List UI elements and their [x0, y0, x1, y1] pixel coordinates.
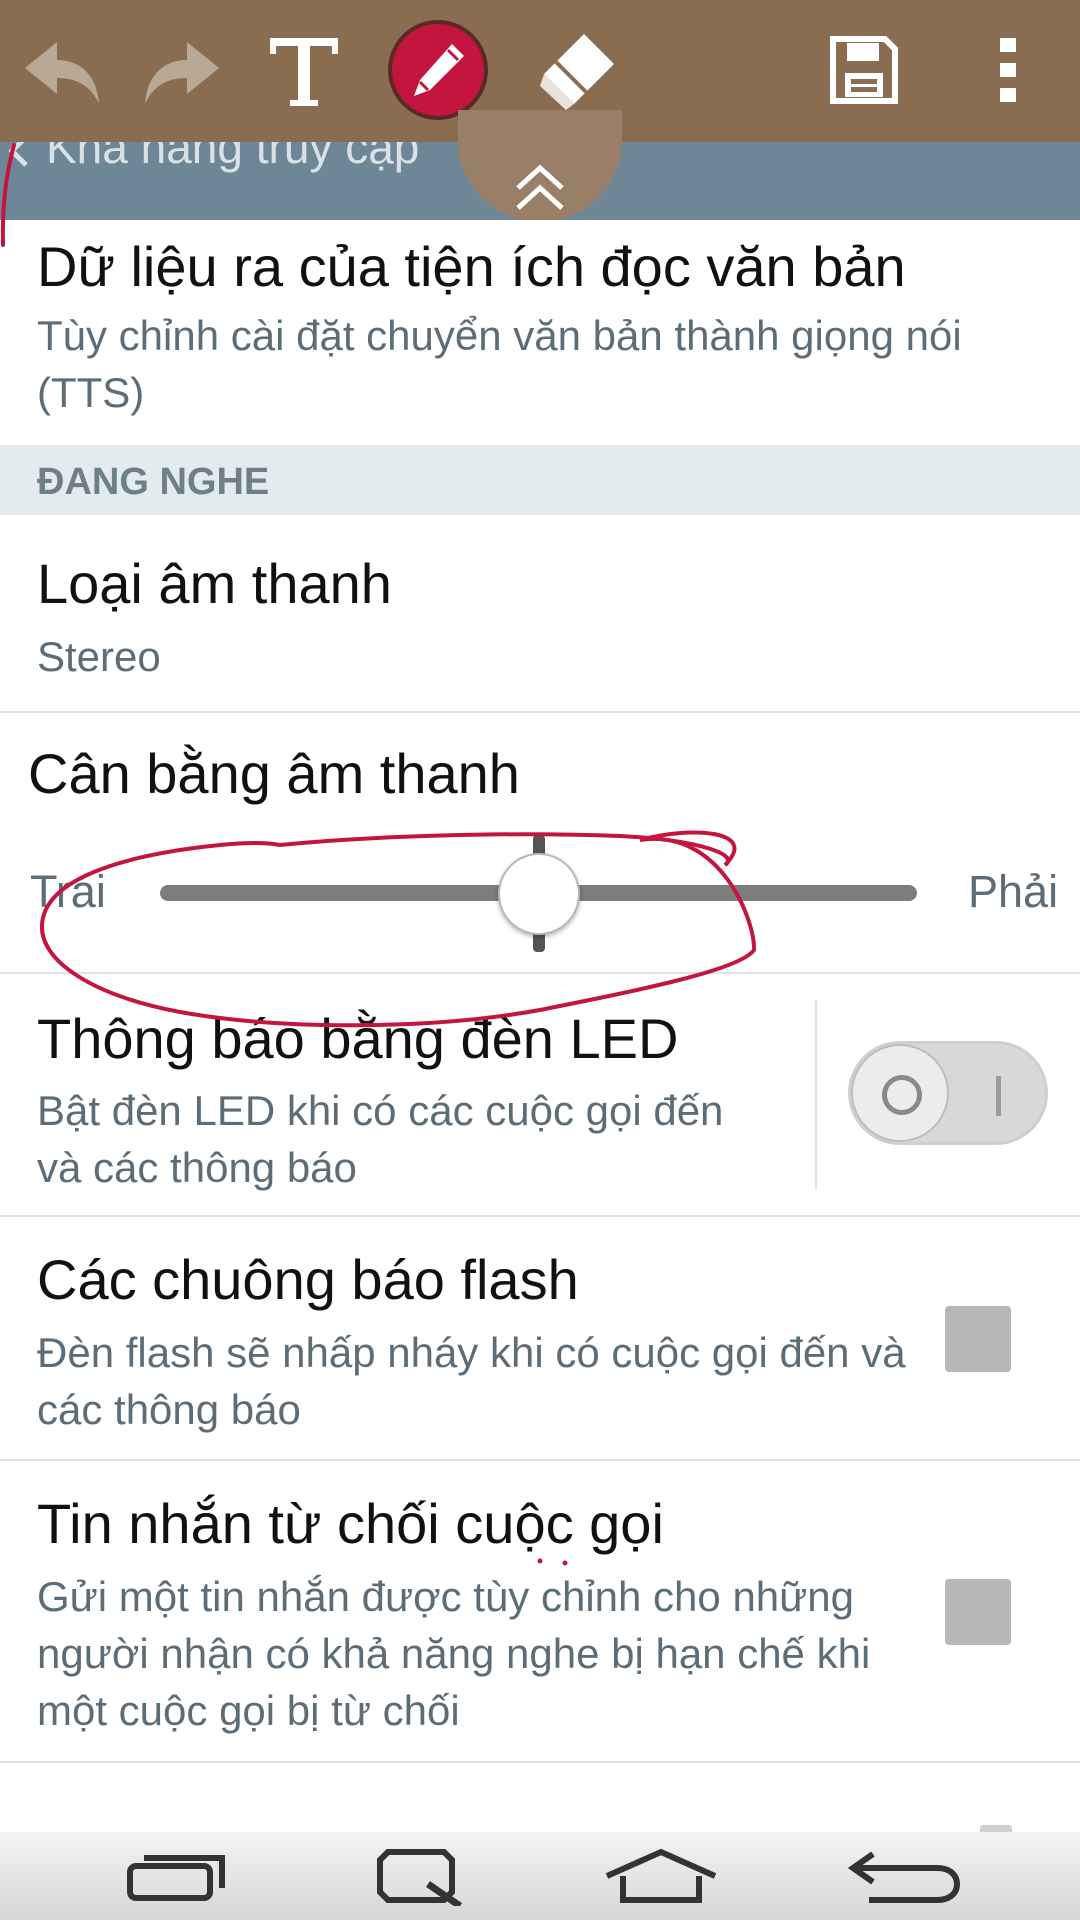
reject-summary: Gửi một tin nhắn được tùy chỉnh cho nhữn… [37, 1573, 871, 1734]
redo-button[interactable] [132, 20, 232, 120]
more-icon [1000, 38, 1016, 102]
sound-type-item[interactable]: Loại âm thanh Stereo [0, 515, 1080, 713]
navigation-bar [0, 1832, 1080, 1920]
pen-icon [414, 44, 464, 96]
home-icon [605, 1848, 717, 1903]
balance-right-label: Phải [968, 866, 1059, 917]
undo-icon [25, 42, 99, 104]
double-chevron-up-icon [516, 164, 564, 210]
sound-type-summary: Stereo [37, 633, 161, 680]
undo-button[interactable] [12, 20, 112, 120]
tts-output-item[interactable]: Dữ liệu ra của tiện ích đọc văn bản Tùy … [0, 220, 1080, 445]
flash-title: Các chuông báo flash [37, 1248, 579, 1311]
toggle-on-mark [996, 1076, 1001, 1116]
text-tool-button[interactable] [254, 20, 354, 120]
tts-summary: Tùy chỉnh cài đặt chuyển văn bản thành g… [37, 312, 962, 416]
qslide-button[interactable] [353, 1840, 483, 1912]
balance-left-label: Trái [30, 866, 106, 917]
back-icon [847, 1851, 961, 1903]
led-toggle-switch[interactable] [848, 1041, 1048, 1145]
led-summary: Bật đèn LED khi có các cuộc gọi đến và c… [37, 1087, 724, 1191]
save-button[interactable] [814, 20, 914, 120]
toggle-knob [851, 1044, 949, 1142]
section-title: ĐANG NGHE [37, 461, 270, 503]
sound-type-title: Loại âm thanh [37, 552, 392, 615]
qslide-icon [377, 1849, 462, 1906]
reject-message-item[interactable]: Tin nhắn từ chối cuộc gọi Gửi một tin nh… [0, 1461, 1080, 1763]
flash-alerts-checkbox[interactable] [945, 1306, 1011, 1372]
balance-slider-thumb[interactable] [497, 853, 580, 935]
more-options-button[interactable] [958, 20, 1058, 120]
pen-tool-button[interactable] [388, 20, 488, 120]
screen: Khả năng truy cập Dữ liệu ra của tiện íc… [0, 0, 1080, 1920]
led-title: Thông báo bằng đèn LED [37, 1007, 679, 1070]
reject-title: Tin nhắn từ chối cuộc gọi [37, 1492, 664, 1555]
section-header-listening: ĐANG NGHE [0, 445, 1080, 515]
recent-apps-button[interactable] [112, 1840, 242, 1912]
reject-message-checkbox[interactable] [945, 1579, 1011, 1645]
flash-alerts-item[interactable]: Các chuông báo flash Đèn flash sẽ nhấp n… [0, 1217, 1080, 1461]
tts-title: Dữ liệu ra của tiện ích đọc văn bản [37, 235, 906, 298]
back-button[interactable] [840, 1840, 970, 1912]
recent-apps-icon [127, 1855, 225, 1901]
flash-summary: Đèn flash sẽ nhấp nháy khi có cuộc gọi đ… [37, 1329, 906, 1433]
home-button[interactable] [596, 1840, 726, 1912]
eraser-icon [540, 34, 614, 110]
eraser-tool-button[interactable] [528, 20, 628, 120]
toggle-divider [815, 1000, 817, 1190]
text-icon [270, 38, 338, 106]
redo-icon [145, 42, 219, 104]
save-icon [830, 36, 898, 104]
sound-balance-title: Cân bằng âm thanh [28, 742, 520, 805]
